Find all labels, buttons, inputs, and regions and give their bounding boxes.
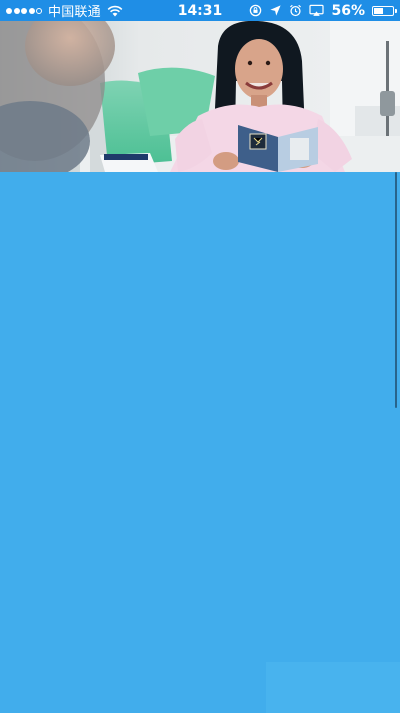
status-bar: 中国联通 14:31 56% — [0, 0, 400, 21]
status-left: 中国联通 — [6, 0, 123, 21]
alarm-icon — [290, 4, 302, 17]
scroll-indicator[interactable] — [395, 172, 397, 408]
bottom-right-panel — [266, 662, 400, 713]
airplay-icon — [309, 4, 325, 16]
signal-dots-icon — [6, 7, 42, 14]
banner-photo — [0, 21, 400, 172]
screen-lock-icon — [250, 4, 262, 17]
carrier-name: 中国联通 — [48, 5, 101, 20]
banner-image[interactable] — [0, 21, 400, 172]
battery-percentage: 56% — [331, 2, 365, 19]
location-arrow-icon — [270, 5, 282, 16]
status-right: 56% — [249, 0, 397, 21]
battery-icon — [372, 5, 397, 16]
wifi-icon — [107, 5, 123, 16]
